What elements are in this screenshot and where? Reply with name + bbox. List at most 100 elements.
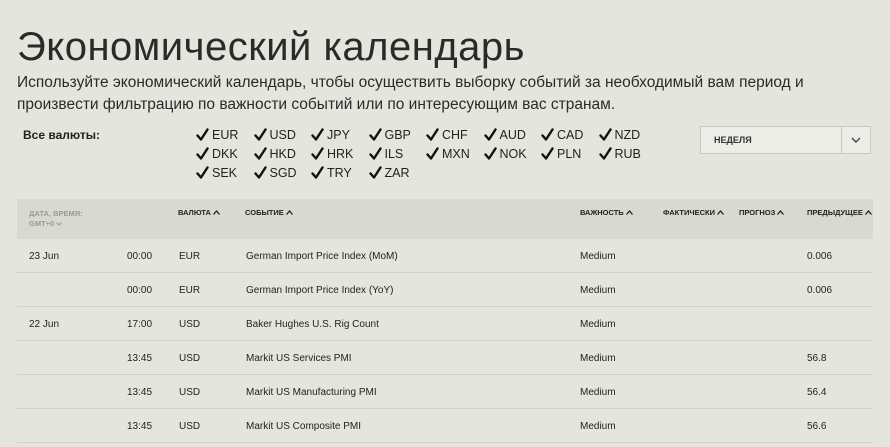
check-icon xyxy=(426,128,439,142)
sort-asc-icon xyxy=(625,210,633,215)
table-row[interactable]: 13:45 USD Markit US Composite PMI Medium 56.… xyxy=(17,409,873,443)
check-icon xyxy=(196,128,209,142)
cell-previous: 56.6 xyxy=(807,421,827,432)
chevron-down-icon[interactable] xyxy=(56,222,63,226)
cell-event: German Import Price Index (MoM) xyxy=(246,251,398,262)
cell-previous: 0.006 xyxy=(807,285,833,296)
sort-asc-icon xyxy=(717,210,725,215)
currency-label: SGD xyxy=(269,166,297,180)
currency-checkbox-chf[interactable]: CHF xyxy=(426,126,484,144)
check-icon xyxy=(598,147,612,161)
currency-label: RUB xyxy=(614,147,641,161)
cell-currency: USD xyxy=(179,319,201,330)
currency-label: NZD xyxy=(614,128,641,142)
check-icon xyxy=(311,166,324,180)
currency-checkbox-sgd[interactable]: SGD xyxy=(253,164,312,182)
check-icon xyxy=(311,147,324,161)
cell-currency: EUR xyxy=(179,251,201,262)
cell-importance: Medium xyxy=(580,353,616,364)
header-importance-label: ВАЖНОСТЬ xyxy=(580,208,624,217)
check-icon xyxy=(598,128,612,142)
currency-checkbox-jpy[interactable]: JPY xyxy=(311,126,369,144)
check-icon xyxy=(311,128,324,142)
check-icon xyxy=(541,147,554,161)
page-title: Экономический календарь xyxy=(17,24,525,69)
currency-checkbox-sek[interactable]: SEK xyxy=(196,164,254,182)
check-icon xyxy=(483,147,497,161)
currency-checkbox-pln[interactable]: PLN xyxy=(541,145,599,163)
calendar-table: ДАТА, ВРЕМЯ: GMT+0 ВАЛЮТА СОБЫТИЕ ВАЖНОС… xyxy=(17,199,873,443)
table-row[interactable]: 22 Jun 17:00 USD Baker Hughes U.S. Rig Coun… xyxy=(17,307,873,341)
currency-label: CAD xyxy=(557,128,584,142)
currency-checkbox-rub[interactable]: RUB xyxy=(598,145,657,163)
currency-checkbox-ils[interactable]: ILS xyxy=(368,145,427,163)
header-event[interactable]: СОБЫТИЕ xyxy=(245,208,293,217)
table-header: ДАТА, ВРЕМЯ: GMT+0 ВАЛЮТА СОБЫТИЕ ВАЖНОС… xyxy=(17,199,873,239)
cell-previous: 56.8 xyxy=(807,353,827,364)
currency-checkbox-mxn[interactable]: MXN xyxy=(426,145,484,163)
cell-currency: USD xyxy=(179,421,201,432)
check-icon xyxy=(368,147,382,161)
check-icon xyxy=(483,128,497,142)
currency-label: NOK xyxy=(499,147,527,161)
table-row[interactable]: 13:45 USD Markit US Manufacturing PMI Mediu… xyxy=(17,375,873,409)
header-previous[interactable]: ПРЕДЫДУЩЕЕ xyxy=(807,208,872,217)
currency-checkbox-cad[interactable]: CAD xyxy=(541,126,599,144)
currency-label: MXN xyxy=(442,147,470,161)
header-importance[interactable]: ВАЖНОСТЬ xyxy=(580,208,633,217)
currency-checkbox-hrk[interactable]: HRK xyxy=(311,145,369,163)
table-row[interactable]: 13:45 USD Markit US Services PMI Medium 56.8 xyxy=(17,341,873,375)
check-icon xyxy=(196,147,209,161)
currency-filter-list: EUR USD JPY GBP CHF AUD CAD NZD DKK HKD HRK ILS MXN N… xyxy=(196,126,656,182)
header-currency-label: ВАЛЮТА xyxy=(178,208,211,217)
currency-label: TRY xyxy=(327,166,352,180)
header-datetime[interactable]: ДАТА, ВРЕМЯ: GMT+0 xyxy=(29,209,83,229)
cell-importance: Medium xyxy=(580,387,616,398)
currency-label: SEK xyxy=(212,166,238,180)
chevron-down-icon[interactable] xyxy=(841,127,870,153)
page-intro: Используйте экономический календарь, что… xyxy=(17,74,804,113)
currency-checkbox-hkd[interactable]: HKD xyxy=(253,145,312,163)
cell-time: 00:00 xyxy=(127,251,153,262)
currency-label: CHF xyxy=(442,128,468,142)
cell-time: 13:45 xyxy=(127,353,153,364)
currency-checkbox-zar[interactable]: ZAR xyxy=(368,164,427,182)
currency-checkbox-nzd[interactable]: NZD xyxy=(598,126,657,144)
cell-event: German Import Price Index (YoY) xyxy=(246,285,394,296)
header-actual-label: ФАКТИЧЕСКИ xyxy=(663,208,716,217)
currency-label: AUD xyxy=(499,128,526,142)
sort-asc-icon xyxy=(777,210,785,215)
sort-asc-icon xyxy=(285,210,293,215)
cell-event: Markit US Composite PMI xyxy=(246,421,362,432)
currency-checkbox-usd[interactable]: USD xyxy=(253,126,312,144)
currency-checkbox-nok[interactable]: NOK xyxy=(483,145,542,163)
header-previous-label: ПРЕДЫДУЩЕЕ xyxy=(807,208,863,217)
currency-checkbox-aud[interactable]: AUD xyxy=(483,126,542,144)
table-body: 23 Jun 00:00 EUR German Import Price Index … xyxy=(17,239,873,443)
timezone-label: GMT+0 xyxy=(29,219,55,228)
table-row[interactable]: 23 Jun 00:00 EUR German Import Price Index … xyxy=(17,239,873,273)
header-currency[interactable]: ВАЛЮТА xyxy=(178,208,220,217)
currency-checkbox-dkk[interactable]: DKK xyxy=(196,145,254,163)
header-actual[interactable]: ФАКТИЧЕСКИ xyxy=(663,208,725,217)
sort-asc-icon xyxy=(212,210,220,215)
currency-label: ZAR xyxy=(384,166,410,180)
cell-importance: Medium xyxy=(580,421,616,432)
cell-currency: EUR xyxy=(179,285,201,296)
sort-asc-icon xyxy=(864,210,872,215)
header-datetime-label: ДАТА, ВРЕМЯ: xyxy=(29,209,83,218)
table-row[interactable]: 00:00 EUR German Import Price Index (YoY) M… xyxy=(17,273,873,307)
cell-date: 23 Jun xyxy=(29,251,60,262)
currency-checkbox-eur[interactable]: EUR xyxy=(196,126,254,144)
currency-checkbox-try[interactable]: TRY xyxy=(311,164,369,182)
cell-currency: USD xyxy=(179,353,201,364)
cell-importance: Medium xyxy=(580,251,616,262)
currency-label: HRK xyxy=(327,147,354,161)
header-forecast[interactable]: ПРОГНОЗ xyxy=(739,208,785,217)
currency-checkbox-gbp[interactable]: GBP xyxy=(368,126,427,144)
currency-label: JPY xyxy=(327,128,350,142)
currency-label: EUR xyxy=(212,128,239,142)
period-select[interactable]: НЕДЕЛЯ xyxy=(700,126,871,154)
currency-label: ILS xyxy=(384,147,404,161)
check-icon xyxy=(541,128,554,142)
